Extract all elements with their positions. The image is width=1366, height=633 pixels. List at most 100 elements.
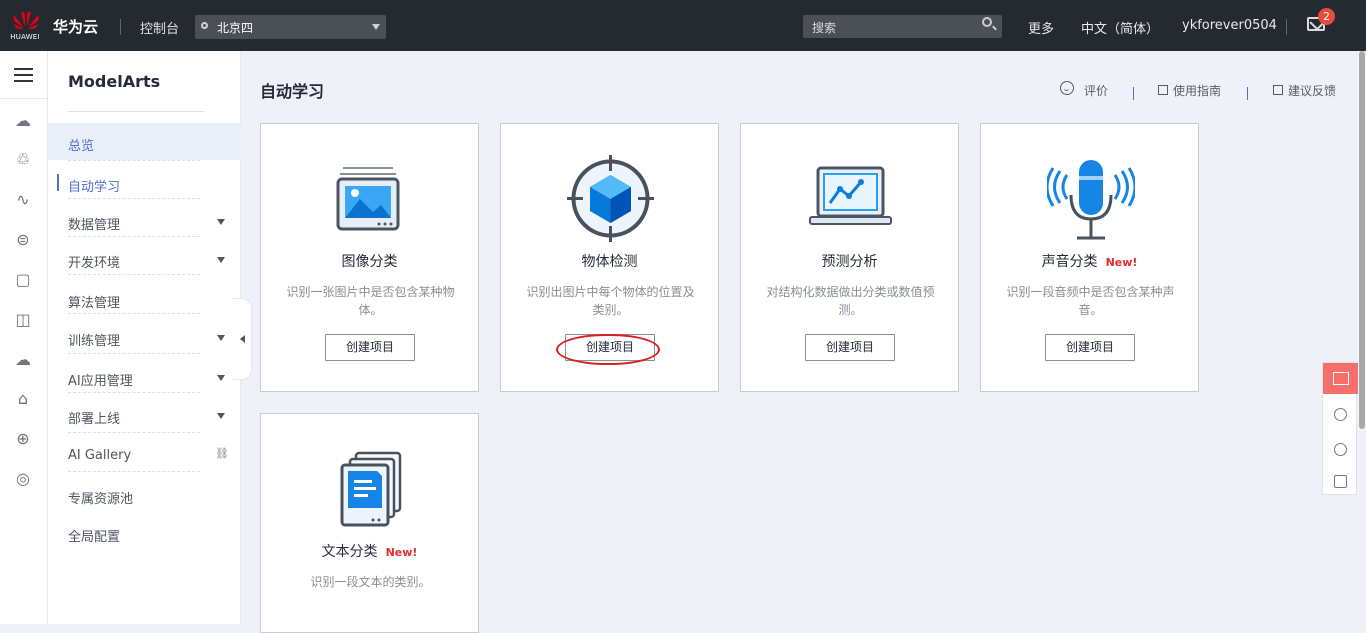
vertical-scrollbar-thumb[interactable] — [1359, 51, 1365, 429]
top-divider — [1286, 19, 1287, 35]
prediction-analysis-card: 预测分析 对结构化数据做出分类或数值预测。 创建项目 — [740, 123, 959, 392]
external-link-icon: ⛓ — [215, 447, 229, 460]
monitor-icon[interactable]: ◫ — [13, 310, 33, 330]
image-classification-card: 图像分类 识别一张图片中是否包含某种物体。 创建项目 — [260, 123, 479, 392]
sidebar-divider — [68, 392, 200, 393]
location-pin-icon — [201, 22, 208, 29]
brand-name[interactable]: 华为云 — [53, 16, 98, 37]
cloud-icon[interactable]: ☁ — [13, 111, 33, 131]
sidebar-item-label: 开发环境 — [68, 256, 121, 271]
create-project-button[interactable]: 创建项目 — [805, 334, 895, 361]
route-icon[interactable]: ⌂ — [13, 389, 33, 409]
more-link[interactable]: 更多 — [1028, 18, 1054, 37]
search-icon[interactable] — [982, 17, 992, 27]
create-project-button[interactable]: 创建项目 — [325, 334, 415, 361]
menu-icon[interactable] — [14, 68, 33, 82]
chat-icon[interactable] — [1323, 363, 1358, 394]
chevron-down-icon — [217, 413, 225, 419]
ip-icon[interactable]: ◎ — [13, 469, 33, 489]
create-project-button[interactable]: 创建项目 — [1045, 334, 1135, 361]
sidebar-divider — [68, 274, 200, 275]
sidebar-item-ai-app-management[interactable]: AI应用管理 — [48, 359, 241, 393]
rate-link[interactable]: 评价 — [1084, 82, 1108, 99]
globe-icon[interactable]: ⊕ — [13, 429, 33, 449]
toolbar-separator — [1247, 87, 1248, 100]
sidebar-divider — [68, 160, 200, 161]
huawei-logo[interactable]: HUAWEI — [8, 9, 42, 43]
search-input[interactable]: 搜索 — [803, 15, 1002, 38]
sidebar-item-label: 训练管理 — [68, 334, 121, 349]
sidebar-item-label: 数据管理 — [68, 218, 121, 233]
sidebar-item-label: 总览 — [68, 139, 95, 154]
card-description: 对结构化数据做出分类或数值预测。 — [766, 285, 935, 317]
cloud-service-icon[interactable]: ☁ — [13, 350, 33, 370]
region-selector[interactable]: 北京四 — [195, 15, 386, 39]
sidebar-item-training-management[interactable]: 训练管理 — [48, 319, 241, 353]
card-title: 文本分类 New! — [261, 541, 478, 561]
create-project-highlight — [556, 334, 660, 365]
text-classification-icon — [340, 451, 402, 527]
card-description: 识别一段文本的类别。 — [310, 575, 431, 589]
sidebar-divider — [68, 353, 200, 354]
card-title: 预测分析 — [821, 254, 878, 270]
rating-icon — [1060, 81, 1074, 95]
network-icon[interactable]: ∿ — [13, 190, 33, 210]
feedback-link[interactable]: 建议反馈 — [1288, 82, 1336, 99]
toolbar-separator — [1133, 87, 1134, 100]
sidebar-item-deployment[interactable]: 部署上线 — [48, 397, 241, 431]
card-description: 识别一张图片中是否包含某种物体。 — [286, 285, 455, 317]
rail-divider — [0, 98, 47, 99]
sidebar-item-label: 部署上线 — [68, 412, 121, 427]
sidebar-divider — [68, 198, 200, 199]
sidebar-title-divider — [68, 111, 204, 112]
sidebar-item-algorithm-management[interactable]: 算法管理 — [48, 281, 241, 315]
sidebar-item-overview[interactable]: 总览 — [48, 123, 241, 160]
smile-icon[interactable] — [1334, 408, 1347, 421]
sidebar-divider — [68, 236, 200, 237]
chevron-down-icon — [372, 24, 380, 30]
chevron-down-icon — [217, 219, 225, 225]
top-divider — [120, 19, 121, 35]
sidebar-item-data-management[interactable]: 数据管理 — [48, 203, 241, 237]
help-icon[interactable] — [1334, 443, 1347, 456]
service-rail: ☁ ♲ ∿ ⊜ ▢ ◫ ☁ ⌂ ⊕ ◎ — [0, 51, 48, 624]
sidebar-divider — [68, 313, 200, 314]
edit-icon[interactable] — [1334, 475, 1347, 488]
top-navigation-bar: HUAWEI 华为云 控制台 北京四 搜索 更多 中文（简体） ykforeve… — [0, 0, 1366, 51]
sound-classification-card: 声音分类 New! 识别一段音频中是否包含某种声音。 创建项目 — [980, 123, 1199, 392]
card-title-text: 声音分类 — [1041, 254, 1098, 270]
sidebar-title: ModelArts — [68, 72, 161, 91]
cluster-icon[interactable]: ♲ — [13, 150, 33, 170]
sound-classification-icon — [1047, 160, 1135, 240]
chevron-down-icon — [217, 257, 225, 263]
sidebar-divider — [68, 471, 200, 472]
sidebar-item-ai-gallery[interactable]: AI Gallery ⛓ — [48, 437, 241, 471]
card-title-text: 文本分类 — [321, 544, 378, 560]
sidebar-item-label: 算法管理 — [68, 296, 121, 311]
console-link[interactable]: 控制台 — [140, 18, 179, 37]
feedback-icon — [1273, 85, 1283, 95]
sidebar-item-global-configuration[interactable]: 全局配置 — [48, 515, 241, 549]
prediction-analysis-icon — [809, 166, 892, 225]
sidebar-item-development-environment[interactable]: 开发环境 — [48, 241, 241, 275]
huawei-flower-icon — [13, 11, 39, 29]
user-account[interactable]: ykforever0504 — [1182, 18, 1277, 33]
page-title: 自动学习 — [260, 82, 325, 101]
card-title: 声音分类 New! — [981, 251, 1198, 271]
database-icon[interactable]: ▢ — [13, 270, 33, 290]
region-label: 北京四 — [217, 20, 254, 35]
language-selector[interactable]: 中文（简体） — [1081, 18, 1159, 37]
new-badge: New! — [385, 546, 418, 559]
storage-icon[interactable]: ⊜ — [13, 230, 33, 250]
sidebar-item-label: 全局配置 — [68, 530, 121, 545]
sidebar-item-dedicated-resource-pool[interactable]: 专属资源池 — [48, 477, 241, 511]
image-classification-icon — [336, 167, 400, 231]
sidebar-item-auto-learning[interactable]: 自动学习 — [48, 165, 241, 199]
user-guide-link[interactable]: 使用指南 — [1173, 82, 1221, 99]
text-classification-card: 文本分类 New! 识别一段文本的类别。 — [260, 413, 479, 633]
sidebar-item-label: 自动学习 — [68, 180, 121, 195]
chevron-down-icon — [217, 375, 225, 381]
floating-service-panel — [1322, 362, 1358, 495]
logo-text: HUAWEI — [10, 33, 40, 41]
collapse-sidebar-button[interactable] — [233, 298, 252, 380]
